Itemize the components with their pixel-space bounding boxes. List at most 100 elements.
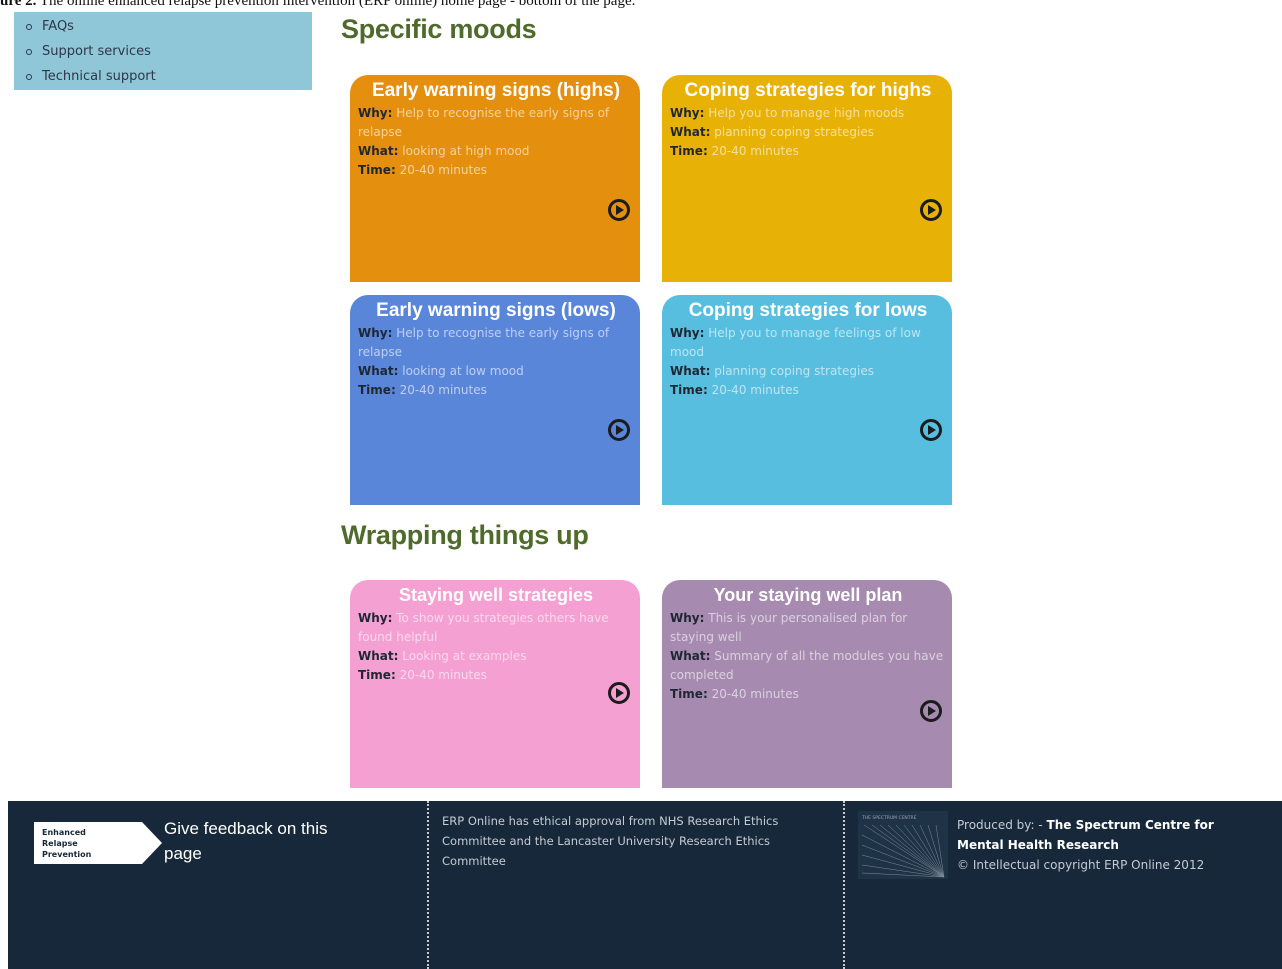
what-label: What:: [670, 125, 711, 139]
why-label: Why:: [358, 106, 393, 120]
why-label: Why:: [358, 326, 393, 340]
play-circle-icon[interactable]: [608, 419, 630, 441]
module-card-staying-well-plan[interactable]: Your staying well plan Why: This is your…: [662, 580, 952, 788]
card-what: What: Looking at examples: [358, 647, 634, 666]
time-text: 20-40 minutes: [711, 383, 799, 397]
figure-caption-text: The online enhanced relapse prevention i…: [36, 0, 636, 9]
what-label: What:: [358, 364, 399, 378]
play-circle-icon[interactable]: [920, 419, 942, 441]
why-text: Help to recognise the early signs of rel…: [358, 106, 610, 139]
module-card-coping-highs[interactable]: Coping strategies for highs Why: Help yo…: [662, 75, 952, 282]
why-text: This is your personalised plan for stayi…: [670, 611, 908, 644]
why-label: Why:: [670, 326, 705, 340]
time-text: 20-40 minutes: [399, 383, 487, 397]
what-text: Looking at examples: [402, 649, 527, 663]
card-title: Early warning signs (highs): [371, 80, 621, 101]
section-title-wrapping-things-up: Wrapping things up: [341, 520, 589, 550]
ethics-statement: ERP Online has ethical approval from NHS…: [442, 814, 779, 868]
time-text: 20-40 minutes: [399, 163, 487, 177]
card-time: Time: 20-40 minutes: [670, 685, 946, 704]
what-text: planning coping strategies: [714, 364, 874, 378]
time-label: Time:: [670, 144, 708, 158]
time-label: Time:: [670, 687, 708, 701]
module-card-early-warning-lows[interactable]: Early warning signs (lows) Why: Help to …: [350, 295, 640, 505]
page-footer: Enhanced Relapse Prevention Give feedbac…: [8, 801, 1282, 969]
why-label: Why:: [670, 106, 705, 120]
card-why: Why: Help you to manage feelings of low …: [670, 324, 946, 362]
time-text: 20-40 minutes: [399, 668, 487, 682]
time-label: Time:: [670, 383, 708, 397]
section-title-specific-moods: Specific moods: [341, 14, 537, 44]
play-circle-icon[interactable]: [608, 199, 630, 221]
sidebar-item-technical-support[interactable]: Technical support: [26, 64, 312, 89]
why-text: To show you strategies others have found…: [358, 611, 609, 644]
card-what: What: looking at high mood: [358, 142, 634, 161]
produced-by: Produced by: - The Spectrum Centre for M…: [957, 815, 1257, 875]
card-why: Why: This is your personalised plan for …: [670, 609, 946, 647]
produced-prefix: Produced by: -: [957, 818, 1047, 832]
what-text: Summary of all the modules you have comp…: [670, 649, 944, 682]
card-why: Why: Help to recognise the early signs o…: [358, 324, 634, 362]
module-card-coping-lows[interactable]: Coping strategies for lows Why: Help you…: [662, 295, 952, 505]
sidebar-item-label: FAQs: [42, 19, 74, 34]
card-time: Time: 20-40 minutes: [670, 381, 946, 400]
card-time: Time: 20-40 minutes: [358, 381, 634, 400]
what-text: looking at low mood: [402, 364, 524, 378]
why-label: Why:: [670, 611, 705, 625]
card-what: What: Summary of all the modules you hav…: [670, 647, 946, 685]
spectrum-centre-logo: THE SPECTRUM CENTRE: [858, 811, 948, 879]
time-label: Time:: [358, 383, 396, 397]
card-title: Your staying well plan: [713, 585, 903, 605]
logo-text-line: Relapse: [42, 839, 78, 848]
copyright-text: © Intellectual copyright ERP Online 2012: [957, 858, 1205, 872]
why-text: Help to recognise the early signs of rel…: [358, 326, 610, 359]
give-feedback-link[interactable]: Give feedback on this page: [164, 816, 334, 866]
why-label: Why:: [358, 611, 393, 625]
footer-divider: [427, 801, 429, 969]
why-text: Help you to manage high moods: [708, 106, 905, 120]
footer-divider: [843, 801, 845, 969]
card-title: Early warning signs (lows): [376, 300, 616, 321]
sidebar-item-faqs[interactable]: FAQs: [26, 14, 312, 39]
card-why: Why: Help to recognise the early signs o…: [358, 104, 634, 142]
card-why: Why: Help you to manage high moods: [670, 104, 946, 123]
card-what: What: looking at low mood: [358, 362, 634, 381]
card-why: Why: To show you strategies others have …: [358, 609, 634, 647]
sidebar-item-support-services[interactable]: Support services: [26, 39, 312, 64]
time-text: 20-40 minutes: [711, 144, 799, 158]
card-title: Coping strategies for lows: [688, 300, 928, 321]
why-text: Help you to manage feelings of low mood: [670, 326, 921, 359]
what-label: What:: [670, 649, 711, 663]
figure-caption: ure 2. The online enhanced relapse preve…: [0, 0, 1282, 10]
spectrum-logo-text: THE SPECTRUM CENTRE: [861, 815, 917, 821]
play-circle-icon[interactable]: [608, 682, 630, 704]
card-what: What: planning coping strategies: [670, 362, 946, 381]
play-circle-icon[interactable]: [920, 700, 942, 722]
module-card-early-warning-highs[interactable]: Early warning signs (highs) Why: Help to…: [350, 75, 640, 282]
module-card-staying-well-strategies[interactable]: Staying well strategies Why: To show you…: [350, 580, 640, 788]
sidebar-item-label: Support services: [42, 44, 151, 59]
time-label: Time:: [358, 668, 396, 682]
bullet-icon: [26, 73, 32, 80]
sidebar-menu: FAQs Support services Technical support: [14, 12, 312, 90]
card-title: Coping strategies for highs: [684, 80, 932, 101]
what-text: looking at high mood: [402, 144, 530, 158]
sidebar-item-label: Technical support: [42, 69, 156, 84]
bullet-icon: [26, 48, 32, 55]
card-time: Time: 20-40 minutes: [670, 142, 946, 161]
time-text: 20-40 minutes: [711, 687, 799, 701]
what-label: What:: [358, 144, 399, 158]
card-title: Staying well strategies: [398, 585, 594, 605]
what-label: What:: [358, 649, 399, 663]
logo-text-line: Enhanced: [42, 828, 86, 837]
what-text: planning coping strategies: [714, 125, 874, 139]
card-time: Time: 20-40 minutes: [358, 666, 634, 685]
what-label: What:: [670, 364, 711, 378]
time-label: Time:: [358, 163, 396, 177]
logo-text-line: Prevention: [42, 850, 92, 859]
card-time: Time: 20-40 minutes: [358, 161, 634, 180]
bullet-icon: [26, 23, 32, 30]
play-circle-icon[interactable]: [920, 199, 942, 221]
figure-label: ure 2.: [0, 0, 37, 9]
card-what: What: planning coping strategies: [670, 123, 946, 142]
